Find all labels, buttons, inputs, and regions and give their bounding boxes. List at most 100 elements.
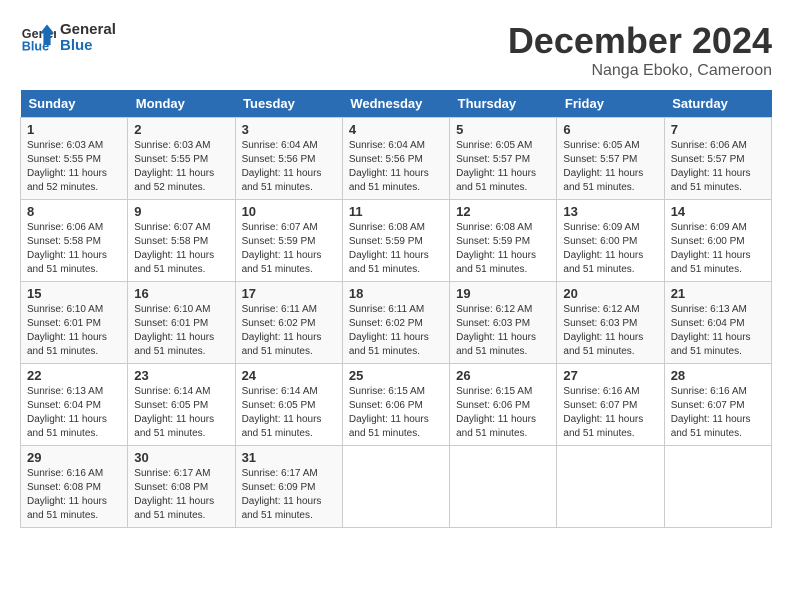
table-cell: 1 Sunrise: 6:03 AMSunset: 5:55 PMDayligh… <box>21 118 128 200</box>
title-block: December 2024 Nanga Eboko, Cameroon <box>508 20 772 80</box>
day-info: Sunrise: 6:08 AMSunset: 5:59 PMDaylight:… <box>349 222 429 275</box>
day-info: Sunrise: 6:10 AMSunset: 6:01 PMDaylight:… <box>27 304 107 357</box>
day-number: 26 <box>456 368 550 383</box>
day-info: Sunrise: 6:05 AMSunset: 5:57 PMDaylight:… <box>456 140 536 193</box>
col-sunday: Sunday <box>21 90 128 118</box>
day-info: Sunrise: 6:16 AMSunset: 6:07 PMDaylight:… <box>671 386 751 439</box>
day-info: Sunrise: 6:14 AMSunset: 6:05 PMDaylight:… <box>134 386 214 439</box>
day-info: Sunrise: 6:14 AMSunset: 6:05 PMDaylight:… <box>242 386 322 439</box>
table-cell: 26 Sunrise: 6:15 AMSunset: 6:06 PMDaylig… <box>450 364 557 446</box>
day-number: 10 <box>242 204 336 219</box>
day-number: 3 <box>242 122 336 137</box>
day-info: Sunrise: 6:04 AMSunset: 5:56 PMDaylight:… <box>349 140 429 193</box>
day-info: Sunrise: 6:03 AMSunset: 5:55 PMDaylight:… <box>27 140 107 193</box>
day-number: 18 <box>349 286 443 301</box>
day-info: Sunrise: 6:13 AMSunset: 6:04 PMDaylight:… <box>671 304 751 357</box>
month-title: December 2024 <box>508 20 772 62</box>
day-number: 8 <box>27 204 121 219</box>
logo-icon: General Blue <box>20 20 56 56</box>
table-cell: 15 Sunrise: 6:10 AMSunset: 6:01 PMDaylig… <box>21 282 128 364</box>
table-cell: 9 Sunrise: 6:07 AMSunset: 5:58 PMDayligh… <box>128 200 235 282</box>
day-number: 23 <box>134 368 228 383</box>
table-cell: 14 Sunrise: 6:09 AMSunset: 6:00 PMDaylig… <box>664 200 771 282</box>
col-wednesday: Wednesday <box>342 90 449 118</box>
day-info: Sunrise: 6:15 AMSunset: 6:06 PMDaylight:… <box>456 386 536 439</box>
table-cell: 24 Sunrise: 6:14 AMSunset: 6:05 PMDaylig… <box>235 364 342 446</box>
table-cell: 2 Sunrise: 6:03 AMSunset: 5:55 PMDayligh… <box>128 118 235 200</box>
day-info: Sunrise: 6:12 AMSunset: 6:03 PMDaylight:… <box>563 304 643 357</box>
col-thursday: Thursday <box>450 90 557 118</box>
day-number: 21 <box>671 286 765 301</box>
table-cell: 12 Sunrise: 6:08 AMSunset: 5:59 PMDaylig… <box>450 200 557 282</box>
day-info: Sunrise: 6:07 AMSunset: 5:59 PMDaylight:… <box>242 222 322 275</box>
day-info: Sunrise: 6:03 AMSunset: 5:55 PMDaylight:… <box>134 140 214 193</box>
table-cell: 8 Sunrise: 6:06 AMSunset: 5:58 PMDayligh… <box>21 200 128 282</box>
day-info: Sunrise: 6:16 AMSunset: 6:07 PMDaylight:… <box>563 386 643 439</box>
table-cell: 31 Sunrise: 6:17 AMSunset: 6:09 PMDaylig… <box>235 446 342 528</box>
table-cell: 30 Sunrise: 6:17 AMSunset: 6:08 PMDaylig… <box>128 446 235 528</box>
day-info: Sunrise: 6:11 AMSunset: 6:02 PMDaylight:… <box>242 304 322 357</box>
table-cell: 13 Sunrise: 6:09 AMSunset: 6:00 PMDaylig… <box>557 200 664 282</box>
day-number: 20 <box>563 286 657 301</box>
day-number: 2 <box>134 122 228 137</box>
logo-general: General <box>60 22 116 39</box>
day-info: Sunrise: 6:17 AMSunset: 6:09 PMDaylight:… <box>242 468 322 521</box>
calendar-row: 15 Sunrise: 6:10 AMSunset: 6:01 PMDaylig… <box>21 282 772 364</box>
calendar-row: 8 Sunrise: 6:06 AMSunset: 5:58 PMDayligh… <box>21 200 772 282</box>
day-number: 19 <box>456 286 550 301</box>
day-number: 30 <box>134 450 228 465</box>
table-cell: 19 Sunrise: 6:12 AMSunset: 6:03 PMDaylig… <box>450 282 557 364</box>
day-info: Sunrise: 6:08 AMSunset: 5:59 PMDaylight:… <box>456 222 536 275</box>
day-info: Sunrise: 6:11 AMSunset: 6:02 PMDaylight:… <box>349 304 429 357</box>
table-cell: 11 Sunrise: 6:08 AMSunset: 5:59 PMDaylig… <box>342 200 449 282</box>
day-info: Sunrise: 6:07 AMSunset: 5:58 PMDaylight:… <box>134 222 214 275</box>
day-number: 7 <box>671 122 765 137</box>
day-number: 25 <box>349 368 443 383</box>
day-info: Sunrise: 6:09 AMSunset: 6:00 PMDaylight:… <box>671 222 751 275</box>
table-cell: 18 Sunrise: 6:11 AMSunset: 6:02 PMDaylig… <box>342 282 449 364</box>
table-cell <box>450 446 557 528</box>
day-number: 28 <box>671 368 765 383</box>
day-number: 12 <box>456 204 550 219</box>
day-info: Sunrise: 6:16 AMSunset: 6:08 PMDaylight:… <box>27 468 107 521</box>
table-cell: 5 Sunrise: 6:05 AMSunset: 5:57 PMDayligh… <box>450 118 557 200</box>
day-number: 11 <box>349 204 443 219</box>
table-cell: 23 Sunrise: 6:14 AMSunset: 6:05 PMDaylig… <box>128 364 235 446</box>
header-row: Sunday Monday Tuesday Wednesday Thursday… <box>21 90 772 118</box>
location: Nanga Eboko, Cameroon <box>508 62 772 80</box>
table-cell: 29 Sunrise: 6:16 AMSunset: 6:08 PMDaylig… <box>21 446 128 528</box>
day-number: 1 <box>27 122 121 137</box>
day-number: 9 <box>134 204 228 219</box>
day-number: 16 <box>134 286 228 301</box>
day-info: Sunrise: 6:06 AMSunset: 5:58 PMDaylight:… <box>27 222 107 275</box>
table-cell: 22 Sunrise: 6:13 AMSunset: 6:04 PMDaylig… <box>21 364 128 446</box>
table-cell: 7 Sunrise: 6:06 AMSunset: 5:57 PMDayligh… <box>664 118 771 200</box>
day-info: Sunrise: 6:10 AMSunset: 6:01 PMDaylight:… <box>134 304 214 357</box>
table-cell <box>664 446 771 528</box>
col-monday: Monday <box>128 90 235 118</box>
day-number: 14 <box>671 204 765 219</box>
table-cell: 6 Sunrise: 6:05 AMSunset: 5:57 PMDayligh… <box>557 118 664 200</box>
day-number: 31 <box>242 450 336 465</box>
day-info: Sunrise: 6:12 AMSunset: 6:03 PMDaylight:… <box>456 304 536 357</box>
day-number: 4 <box>349 122 443 137</box>
col-tuesday: Tuesday <box>235 90 342 118</box>
table-cell <box>342 446 449 528</box>
calendar-row: 1 Sunrise: 6:03 AMSunset: 5:55 PMDayligh… <box>21 118 772 200</box>
table-cell: 17 Sunrise: 6:11 AMSunset: 6:02 PMDaylig… <box>235 282 342 364</box>
day-number: 6 <box>563 122 657 137</box>
logo: General Blue General Blue <box>20 20 116 56</box>
table-cell: 21 Sunrise: 6:13 AMSunset: 6:04 PMDaylig… <box>664 282 771 364</box>
table-cell: 3 Sunrise: 6:04 AMSunset: 5:56 PMDayligh… <box>235 118 342 200</box>
day-info: Sunrise: 6:06 AMSunset: 5:57 PMDaylight:… <box>671 140 751 193</box>
day-number: 15 <box>27 286 121 301</box>
page-header: General Blue General Blue December 2024 … <box>20 20 772 80</box>
table-cell: 10 Sunrise: 6:07 AMSunset: 5:59 PMDaylig… <box>235 200 342 282</box>
day-number: 24 <box>242 368 336 383</box>
day-info: Sunrise: 6:09 AMSunset: 6:00 PMDaylight:… <box>563 222 643 275</box>
table-cell: 28 Sunrise: 6:16 AMSunset: 6:07 PMDaylig… <box>664 364 771 446</box>
day-number: 22 <box>27 368 121 383</box>
day-info: Sunrise: 6:04 AMSunset: 5:56 PMDaylight:… <box>242 140 322 193</box>
table-cell: 16 Sunrise: 6:10 AMSunset: 6:01 PMDaylig… <box>128 282 235 364</box>
table-cell: 4 Sunrise: 6:04 AMSunset: 5:56 PMDayligh… <box>342 118 449 200</box>
